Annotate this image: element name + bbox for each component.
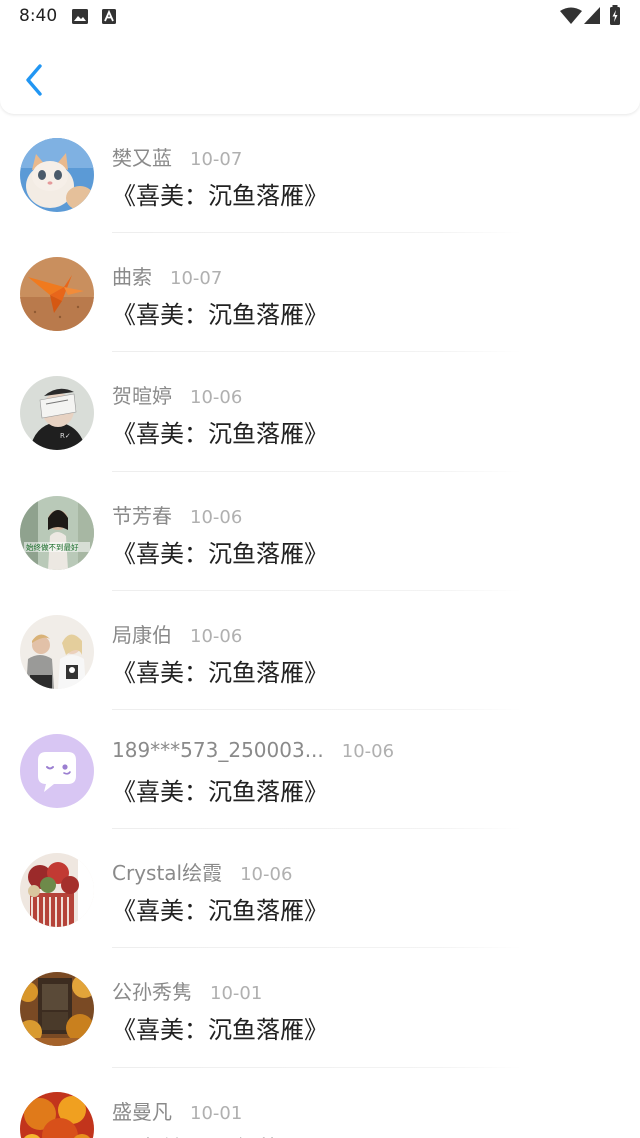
message-text: 《喜美：沉鱼落雁》 (112, 777, 328, 806)
signal-icon (584, 7, 600, 28)
user-name[interactable]: 樊又蓝 (112, 142, 172, 171)
post-date: 10-01 (190, 1102, 243, 1124)
post-date: 10-06 (341, 740, 395, 762)
user-name[interactable]: 公孙秀隽 (112, 976, 192, 1005)
message-text: 《喜美：沉鱼落雁》 (112, 658, 328, 687)
post-date: 10-06 (190, 625, 243, 647)
message-text: 《喜美：沉鱼落雁》 (112, 897, 328, 926)
list-item[interactable]: R✓ 贺暄婷 10-06 《喜美：沉鱼落雁》 (0, 352, 640, 472)
image-icon (72, 9, 88, 28)
item-meta: 189***573_250003... 10-06 (112, 738, 394, 762)
item-meta: 节芳春 10-06 (112, 500, 242, 529)
avatar[interactable] (20, 614, 94, 689)
chevron-left-icon (26, 64, 42, 96)
avatar[interactable]: 始终做不到最好 (20, 495, 94, 570)
user-name[interactable]: Crystal绘霞 (112, 857, 222, 886)
post-date: 10-01 (210, 983, 263, 1005)
user-name[interactable]: 局康伯 (112, 619, 172, 648)
item-meta: 贺暄婷 10-06 (112, 380, 242, 409)
status-time: 8:40 (19, 6, 58, 26)
user-name[interactable]: 节芳春 (112, 500, 172, 529)
list-item[interactable]: 曲索 10-07 《喜美：沉鱼落雁》 (0, 233, 640, 353)
item-meta: 樊又蓝 10-07 (112, 142, 242, 171)
post-date: 10-06 (190, 506, 243, 528)
user-name[interactable]: 曲索 (112, 261, 152, 290)
item-meta: 局康伯 10-06 (112, 619, 242, 648)
avatar[interactable] (20, 1091, 94, 1138)
post-date: 10-07 (170, 268, 223, 290)
list-item[interactable]: 公孙秀隽 10-01 《喜美：沉鱼落雁》 (0, 948, 640, 1068)
message-text: 《喜美：沉鱼落雁》 (112, 301, 328, 330)
item-meta: 公孙秀隽 10-01 (112, 976, 262, 1005)
list-item[interactable]: 樊又蓝 10-07 《喜美：沉鱼落雁》 (0, 114, 640, 234)
a-icon (102, 9, 116, 28)
top-app-bar: 8:40 (0, 0, 640, 114)
avatar[interactable] (20, 853, 94, 928)
avatar[interactable]: R✓ (20, 376, 94, 451)
post-date: 10-07 (190, 149, 243, 170)
item-meta: 盛曼凡 10-01 (112, 1096, 242, 1125)
message-text: 《喜美：沉鱼落雁》 (112, 1130, 328, 1138)
avatar[interactable] (20, 972, 94, 1047)
avatar[interactable] (20, 257, 94, 332)
item-meta: Crystal绘霞 10-06 (112, 857, 292, 886)
status-bar: 8:40 (0, 0, 640, 34)
message-text: 《喜美：沉鱼落雁》 (112, 420, 328, 449)
avatar[interactable] (20, 138, 94, 212)
user-name[interactable]: 盛曼凡 (112, 1096, 172, 1125)
list-item[interactable]: 局康伯 10-06 《喜美：沉鱼落雁》 (0, 591, 640, 710)
list-item[interactable]: 189***573_250003... 10-06 《喜美：沉鱼落雁》 (0, 710, 640, 830)
list-item[interactable]: Crystal绘霞 10-06 《喜美：沉鱼落雁》 (0, 829, 640, 949)
user-name[interactable]: 189***573_250003... (112, 738, 324, 762)
message-text: 《喜美：沉鱼落雁》 (112, 182, 328, 210)
post-date: 10-06 (190, 387, 243, 409)
avatar[interactable] (20, 733, 94, 808)
list-item[interactable]: 始终做不到最好 节芳春 10-06 《喜美：沉鱼落雁》 (0, 472, 640, 591)
message-text: 《喜美：沉鱼落雁》 (112, 539, 328, 568)
svg-text:R✓: R✓ (60, 432, 71, 440)
back-button[interactable] (20, 60, 50, 100)
comment-list: 樊又蓝 10-07 《喜美：沉鱼落雁》 曲索 10-07 《喜美：沉鱼落雁》 R… (0, 114, 640, 1138)
svg-text:始终做不到最好: 始终做不到最好 (26, 542, 79, 552)
list-item[interactable]: 盛曼凡 10-01 《喜美：沉鱼落雁》 (0, 1068, 640, 1138)
user-name[interactable]: 贺暄婷 (112, 380, 172, 409)
wifi-icon (560, 7, 582, 28)
post-date: 10-06 (240, 864, 293, 886)
message-text: 《喜美：沉鱼落雁》 (112, 1016, 328, 1045)
item-meta: 曲索 10-07 (112, 261, 222, 290)
battery-charging-icon (610, 5, 620, 29)
